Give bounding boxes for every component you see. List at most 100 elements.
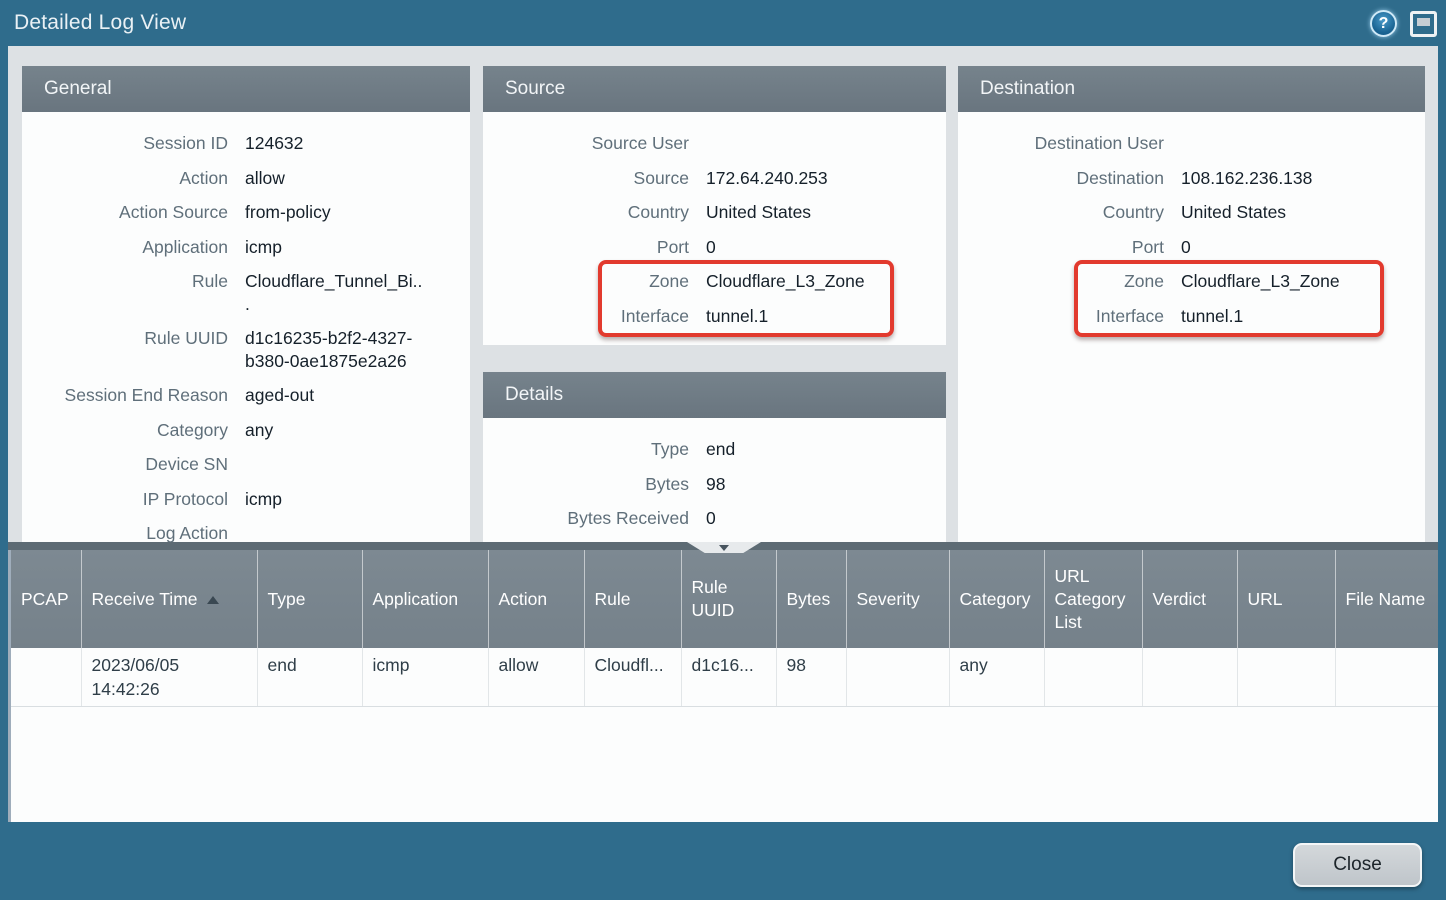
field-label: Action [22, 167, 228, 190]
field-value: from-policy [245, 201, 437, 224]
field-label: Device SN [22, 453, 228, 476]
field-row-device-sn: Device SN [22, 447, 470, 482]
field-row-category: Category any [22, 413, 470, 448]
column-header-url-category-list[interactable]: URL Category List [1044, 550, 1142, 648]
field-value: end [706, 438, 946, 461]
column-header-receive-time[interactable]: Receive Time [81, 550, 257, 648]
close-button[interactable]: Close [1293, 843, 1422, 887]
column-header-file-name[interactable]: File Name [1335, 550, 1438, 648]
field-row-rule: RuleCloudflare_Tunnel_Bi... [22, 264, 470, 321]
titlebar-icons: ? [1370, 10, 1437, 37]
field-value: 172.64.240.253 [706, 167, 946, 190]
field-label: Bytes [483, 473, 689, 496]
field-row-source: Source 172.64.240.253 [483, 161, 946, 196]
log-table: PCAP Receive Time Type Application Actio… [11, 550, 1438, 707]
column-header-category[interactable]: Category [949, 550, 1044, 648]
field-row-source-country: Country United States [483, 195, 946, 230]
field-row-type: Typeend [483, 432, 946, 467]
field-label: Source [483, 167, 689, 190]
column-header-rule[interactable]: Rule [584, 550, 681, 648]
column-header-type[interactable]: Type [257, 550, 362, 648]
field-row-ip-protocol: IP Protocolicmp [22, 482, 470, 517]
window-icon-screen [1417, 18, 1430, 26]
field-value: any [245, 419, 437, 442]
log-table-area: PCAP Receive Time Type Application Actio… [8, 550, 1438, 822]
column-header-pcap[interactable]: PCAP [11, 550, 81, 648]
field-value: 98 [706, 473, 946, 496]
page-title: Detailed Log View [14, 11, 186, 35]
field-label: Session End Reason [22, 384, 228, 407]
field-value: icmp [245, 236, 437, 259]
field-label: Port [483, 236, 689, 259]
panel-general-header: General [22, 66, 470, 112]
field-value: d1c16235-b2f2-4327-b380-0ae1875e2a26 [245, 327, 437, 372]
highlight-box-destination-zone-interface [1074, 260, 1384, 337]
cell-bytes: 98 [776, 648, 846, 707]
cell-file-name [1335, 648, 1438, 707]
field-value: 124632 [245, 132, 437, 155]
field-row-rule-uuid: Rule UUIDd1c16235-b2f2-4327-b380-0ae1875… [22, 321, 470, 378]
field-value: United States [1181, 201, 1425, 224]
field-label: Category [22, 419, 228, 442]
column-header-verdict[interactable]: Verdict [1142, 550, 1237, 648]
window-icon[interactable] [1410, 11, 1437, 37]
field-row-destination: Destination108.162.236.138 [958, 161, 1425, 196]
column-header-url[interactable]: URL [1237, 550, 1335, 648]
cell-url-category-list [1044, 648, 1142, 707]
column-header-action[interactable]: Action [488, 550, 584, 648]
highlight-box-source-zone-interface [598, 260, 894, 337]
field-label: Bytes Received [483, 507, 689, 530]
field-row-action-source: Action Sourcefrom-policy [22, 195, 470, 230]
field-label: IP Protocol [22, 488, 228, 511]
field-row-session-end-reason: Session End Reasonaged-out [22, 378, 470, 413]
field-value: 0 [706, 236, 946, 259]
field-label: Application [22, 236, 228, 259]
table-header-row: PCAP Receive Time Type Application Actio… [11, 550, 1438, 648]
column-header-rule-uuid[interactable]: Rule UUID [681, 550, 776, 648]
dialog-footer: Close [0, 822, 1446, 900]
panels-region: General Session ID 124632 Actionallow Act… [8, 46, 1438, 542]
field-label: Rule [22, 270, 228, 293]
panel-general: General Session ID 124632 Actionallow Act… [22, 66, 470, 542]
column-header-label: Receive Time [92, 589, 198, 609]
panel-source-header: Source [483, 66, 946, 112]
field-row-destination-user: Destination User [958, 126, 1425, 161]
field-label: Type [483, 438, 689, 461]
cell-action: allow [488, 648, 584, 707]
cell-receive-time: 2023/06/05 14:42:26 [81, 648, 257, 707]
log-row[interactable]: 2023/06/05 14:42:26 end icmp allow Cloud… [11, 648, 1438, 707]
column-header-severity[interactable]: Severity [846, 550, 949, 648]
help-icon[interactable]: ? [1370, 10, 1397, 37]
field-row-destination-country: Country United States [958, 195, 1425, 230]
field-label: Country [958, 201, 1164, 224]
panel-general-body: Session ID 124632 Actionallow Action Sour… [22, 112, 470, 542]
field-row-application: Application icmp [22, 230, 470, 265]
column-header-application[interactable]: Application [362, 550, 488, 648]
field-value: 0 [706, 507, 946, 530]
cell-severity [846, 648, 949, 707]
splitter-bar[interactable] [8, 542, 1438, 550]
field-label: Country [483, 201, 689, 224]
cell-rule-uuid: d1c16... [681, 648, 776, 707]
field-value: United States [706, 201, 946, 224]
chevron-down-icon [719, 545, 729, 551]
field-row-source-user: Source User [483, 126, 946, 161]
panel-destination-header: Destination [958, 66, 1425, 112]
cell-application: icmp [362, 648, 488, 707]
sort-ascending-icon [207, 596, 219, 604]
dialog-titlebar: Detailed Log View ? [0, 0, 1446, 46]
cell-verdict [1142, 648, 1237, 707]
panel-details: Details Typeend Bytes 98 Bytes Received 0 [483, 372, 946, 542]
field-value: 0 [1181, 236, 1425, 259]
question-mark-glyph: ? [1379, 15, 1389, 33]
panel-details-header: Details [483, 372, 946, 418]
cell-pcap [11, 648, 81, 707]
field-label: Session ID [22, 132, 228, 155]
field-row-action: Actionallow [22, 161, 470, 196]
field-label: Destination [958, 167, 1164, 190]
column-header-bytes[interactable]: Bytes [776, 550, 846, 648]
panel-details-body: Typeend Bytes 98 Bytes Received 0 [483, 418, 946, 536]
field-row-destination-port: Port0 [958, 230, 1425, 265]
field-label: Destination User [958, 132, 1164, 155]
field-row-log-action: Log Action [22, 516, 470, 542]
